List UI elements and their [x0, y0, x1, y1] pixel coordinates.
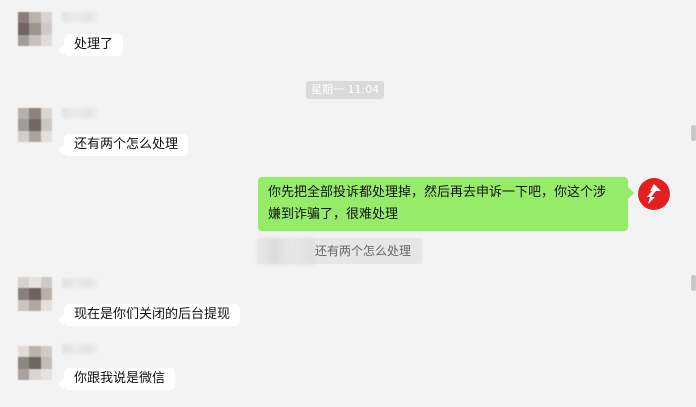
- message-bubble[interactable]: 你跟我说是微信: [57, 368, 176, 390]
- contact-avatar[interactable]: [18, 346, 52, 380]
- contact-avatar[interactable]: [18, 277, 52, 311]
- message-bubble[interactable]: 处理了: [57, 34, 124, 56]
- scrollbar-thumb[interactable]: [691, 125, 696, 141]
- contact-avatar[interactable]: [18, 108, 52, 142]
- contact-avatar[interactable]: [18, 12, 52, 46]
- message-bubble[interactable]: 还有两个怎么处理: [57, 134, 189, 156]
- contact-name: [62, 108, 98, 118]
- message-bubble[interactable]: 现在是你们关闭的后台提现: [57, 304, 241, 326]
- message-text: 你先把全部投诉都处理掉，然后再去申诉一下吧，你这个涉嫌到诈骗了，很难处理: [268, 185, 607, 222]
- quoted-message[interactable]: 还有两个怎么处理: [257, 238, 422, 264]
- self-avatar[interactable]: [637, 177, 671, 211]
- message-text: 你跟我说是微信: [74, 371, 166, 386]
- quote-sender-name: [257, 238, 315, 264]
- quoted-message-text: 还有两个怎么处理: [315, 244, 412, 258]
- scrollbar-thumb[interactable]: [691, 275, 696, 291]
- timestamp: 星期一 11:04: [306, 81, 385, 99]
- message-text: 还有两个怎么处理: [74, 137, 179, 152]
- chat-message-area: 处理了 星期一 11:04 还有两个怎么处理 你先把全部投诉都处理掉，然后再去申…: [0, 0, 696, 407]
- red-s-logo-icon: [638, 178, 670, 210]
- contact-name: [62, 278, 98, 288]
- contact-name: [62, 344, 98, 354]
- message-text: 现在是你们关闭的后台提现: [74, 307, 231, 322]
- outgoing-message-bubble[interactable]: 你先把全部投诉都处理掉，然后再去申诉一下吧，你这个涉嫌到诈骗了，很难处理: [258, 177, 634, 231]
- timestamp-text: 星期一 11:04: [311, 83, 380, 96]
- contact-name: [62, 12, 98, 22]
- message-text: 处理了: [74, 37, 114, 52]
